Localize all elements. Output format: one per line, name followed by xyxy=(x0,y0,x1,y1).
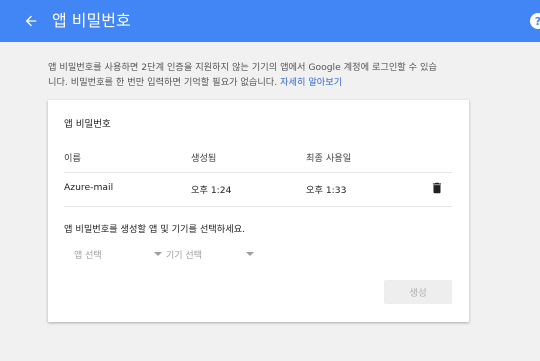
description-line-2: 니다. 비밀번호를 한 번만 입력하면 기억할 필요가 없습니다. 자세히 알아… xyxy=(48,75,488,90)
chevron-down-icon xyxy=(154,252,162,256)
row-last-used: 오후 1:33 xyxy=(306,185,347,196)
column-header-created: 생성됨 xyxy=(191,153,217,164)
row-name: Azure-mail xyxy=(64,182,114,193)
description: 앱 비밀번호를 사용하면 2단계 인증을 지원하지 않는 기기의 앱에서 Goo… xyxy=(48,60,488,90)
help-icon[interactable]: ? xyxy=(530,13,540,29)
chevron-down-icon xyxy=(246,252,254,256)
select-app-dropdown[interactable]: 앱 선택 xyxy=(74,248,162,264)
description-text: 니다. 비밀번호를 한 번만 입력하면 기억할 필요가 없습니다. xyxy=(48,77,278,88)
app-passwords-card: 앱 비밀번호 이름 생성됨 최종 사용일 Azure-mail 오후 1:24 … xyxy=(48,100,469,322)
generate-prompt: 앱 비밀번호를 생성할 앱 및 기기를 선택하세요. xyxy=(64,224,246,235)
card-title: 앱 비밀번호 xyxy=(64,119,111,130)
description-line-1: 앱 비밀번호를 사용하면 2단계 인증을 지원하지 않는 기기의 앱에서 Goo… xyxy=(48,62,437,73)
select-app-label: 앱 선택 xyxy=(74,251,102,261)
back-button[interactable] xyxy=(20,10,42,32)
row-created: 오후 1:24 xyxy=(191,185,232,196)
delete-button[interactable] xyxy=(430,180,444,196)
column-header-name: 이름 xyxy=(64,153,81,164)
app-bar: 앱 비밀번호 ? xyxy=(0,0,540,42)
generate-button[interactable]: 생성 xyxy=(384,280,452,304)
select-device-dropdown[interactable]: 기기 선택 xyxy=(166,248,254,264)
arrow-left-icon xyxy=(25,15,37,27)
trash-icon xyxy=(432,182,442,194)
page-title: 앱 비밀번호 xyxy=(52,11,131,30)
select-device-label: 기기 선택 xyxy=(166,251,202,261)
header-divider xyxy=(64,172,452,173)
column-header-last-used: 최종 사용일 xyxy=(306,153,352,164)
learn-more-link[interactable]: 자세히 알아보기 xyxy=(280,77,342,88)
row-divider xyxy=(64,206,452,207)
